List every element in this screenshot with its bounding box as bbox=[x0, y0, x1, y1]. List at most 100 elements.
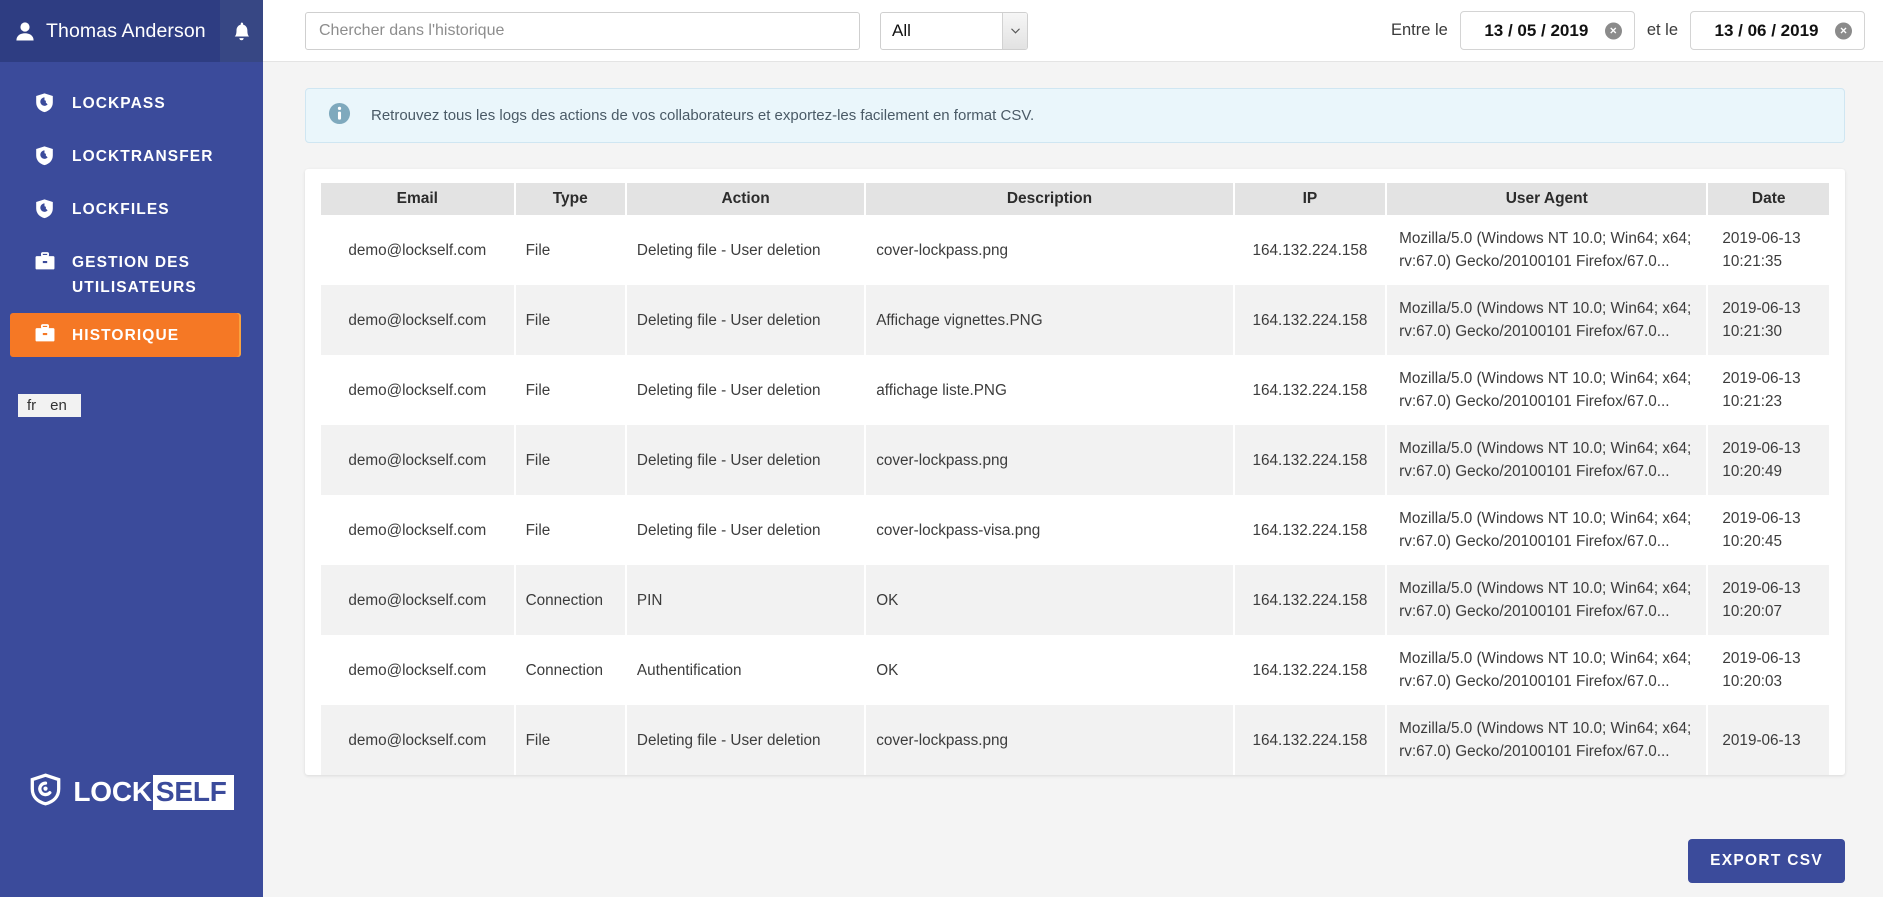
cell-date: 2019-06-13 10:20:07 bbox=[1708, 565, 1829, 635]
top-toolbar: All Entre le 13 / 05 / 2019 × et le 13 /… bbox=[263, 0, 1883, 62]
cell-ip: 164.132.224.158 bbox=[1235, 425, 1385, 495]
cell-action: Deleting file - User deletion bbox=[627, 425, 864, 495]
cell-user-agent: Mozilla/5.0 (Windows NT 10.0; Win64; x64… bbox=[1387, 215, 1706, 285]
column-header-user-agent[interactable]: User Agent bbox=[1387, 183, 1706, 215]
cell-ip: 164.132.224.158 bbox=[1235, 285, 1385, 355]
table-row[interactable]: demo@lockself.com File Deleting file - U… bbox=[321, 705, 1829, 775]
cell-description: affichage liste.PNG bbox=[866, 355, 1233, 425]
bell-icon[interactable] bbox=[220, 0, 263, 62]
user-bar[interactable]: Thomas Anderson bbox=[0, 0, 263, 62]
cell-email: demo@lockself.com bbox=[321, 425, 514, 495]
type-filter[interactable]: All bbox=[880, 12, 1028, 50]
cell-date: 2019-06-13 10:20:45 bbox=[1708, 495, 1829, 565]
table-body: demo@lockself.com File Deleting file - U… bbox=[321, 215, 1829, 775]
sidebar-item-locktransfer[interactable]: LOCKTRANSFER bbox=[0, 144, 263, 184]
shield-icon bbox=[34, 144, 58, 171]
sidebar-item-gestion-des-utilisateurs[interactable]: GESTION DES UTILISATEURS bbox=[0, 250, 263, 300]
sidebar: Thomas Anderson bbox=[0, 0, 263, 897]
cell-description: cover-lockpass-visa.png bbox=[866, 495, 1233, 565]
cell-type: File bbox=[516, 705, 625, 775]
clear-circle-icon[interactable]: × bbox=[1835, 22, 1852, 39]
table-row[interactable]: demo@lockself.com File Deleting file - U… bbox=[321, 215, 1829, 285]
table-row[interactable]: demo@lockself.com Connection PIN OK 164.… bbox=[321, 565, 1829, 635]
cell-ip: 164.132.224.158 bbox=[1235, 495, 1385, 565]
user-name: Thomas Anderson bbox=[46, 20, 206, 43]
info-banner: Retrouvez tous les logs des actions de v… bbox=[305, 88, 1845, 143]
lockself-shield-icon bbox=[29, 773, 62, 811]
column-header-type[interactable]: Type bbox=[516, 183, 625, 215]
cell-user-agent: Mozilla/5.0 (Windows NT 10.0; Win64; x64… bbox=[1387, 705, 1706, 775]
history-table-card: Email Type Action Description IP User Ag… bbox=[305, 169, 1845, 775]
clear-circle-icon[interactable]: × bbox=[1605, 22, 1622, 39]
cell-user-agent: Mozilla/5.0 (Windows NT 10.0; Win64; x64… bbox=[1387, 495, 1706, 565]
table-row[interactable]: demo@lockself.com File Deleting file - U… bbox=[321, 425, 1829, 495]
cell-type: Connection bbox=[516, 635, 625, 705]
cell-action: Authentification bbox=[627, 635, 864, 705]
cell-ip: 164.132.224.158 bbox=[1235, 565, 1385, 635]
date-from-field[interactable]: 13 / 05 / 2019 × bbox=[1460, 11, 1635, 50]
export-csv-button[interactable]: EXPORT CSV bbox=[1688, 839, 1845, 883]
column-header-email[interactable]: Email bbox=[321, 183, 514, 215]
sidebar-item-label: LOCKFILES bbox=[72, 197, 170, 222]
cell-type: Connection bbox=[516, 565, 625, 635]
sidebar-item-label: LOCKTRANSFER bbox=[72, 144, 214, 169]
sidebar-item-label: GESTION DES UTILISATEURS bbox=[72, 250, 247, 300]
table-row[interactable]: demo@lockself.com File Deleting file - U… bbox=[321, 285, 1829, 355]
cell-ip: 164.132.224.158 bbox=[1235, 355, 1385, 425]
type-filter-select[interactable]: All bbox=[880, 12, 1028, 50]
cell-description: cover-lockpass.png bbox=[866, 215, 1233, 285]
logo-self-text: SELF bbox=[153, 775, 234, 810]
column-header-ip[interactable]: IP bbox=[1235, 183, 1385, 215]
cell-description: OK bbox=[866, 635, 1233, 705]
cell-description: cover-lockpass.png bbox=[866, 705, 1233, 775]
briefcase-icon bbox=[34, 322, 58, 348]
table-row[interactable]: demo@lockself.com Connection Authentific… bbox=[321, 635, 1829, 705]
cell-type: File bbox=[516, 425, 625, 495]
cell-email: demo@lockself.com bbox=[321, 495, 514, 565]
sidebar-item-lockfiles[interactable]: LOCKFILES bbox=[0, 197, 263, 237]
column-header-date[interactable]: Date bbox=[1708, 183, 1829, 215]
briefcase-icon bbox=[34, 250, 58, 276]
table-row[interactable]: demo@lockself.com File Deleting file - U… bbox=[321, 355, 1829, 425]
cell-date: 2019-06-13 10:20:49 bbox=[1708, 425, 1829, 495]
language-switcher[interactable]: fr en bbox=[18, 394, 81, 417]
cell-email: demo@lockself.com bbox=[321, 705, 514, 775]
column-header-description[interactable]: Description bbox=[866, 183, 1233, 215]
date-from-value: 13 / 05 / 2019 bbox=[1484, 21, 1588, 41]
cell-ip: 164.132.224.158 bbox=[1235, 215, 1385, 285]
cell-type: File bbox=[516, 215, 625, 285]
cell-type: File bbox=[516, 495, 625, 565]
cell-description: cover-lockpass.png bbox=[866, 425, 1233, 495]
cell-ip: 164.132.224.158 bbox=[1235, 705, 1385, 775]
date-to-field[interactable]: 13 / 06 / 2019 × bbox=[1690, 11, 1865, 50]
cell-date: 2019-06-13 10:21:23 bbox=[1708, 355, 1829, 425]
column-header-action[interactable]: Action bbox=[627, 183, 864, 215]
lang-option-en[interactable]: en bbox=[50, 397, 67, 414]
cell-date: 2019-06-13 10:20:03 bbox=[1708, 635, 1829, 705]
search-input[interactable] bbox=[305, 12, 860, 50]
cell-date: 2019-06-13 bbox=[1708, 705, 1829, 775]
sidebar-item-label: HISTORIQUE bbox=[72, 323, 179, 348]
cell-type: File bbox=[516, 355, 625, 425]
table-row[interactable]: demo@lockself.com File Deleting file - U… bbox=[321, 495, 1829, 565]
lockself-logo: LOCK SELF bbox=[0, 729, 263, 897]
logo-lock-text: LOCK bbox=[73, 776, 152, 808]
cell-user-agent: Mozilla/5.0 (Windows NT 10.0; Win64; x64… bbox=[1387, 425, 1706, 495]
sidebar-item-lockpass[interactable]: LOCKPASS bbox=[0, 91, 263, 131]
cell-date: 2019-06-13 10:21:35 bbox=[1708, 215, 1829, 285]
lang-option-fr[interactable]: fr bbox=[27, 397, 36, 414]
cell-user-agent: Mozilla/5.0 (Windows NT 10.0; Win64; x64… bbox=[1387, 285, 1706, 355]
cell-date: 2019-06-13 10:21:30 bbox=[1708, 285, 1829, 355]
cell-action: Deleting file - User deletion bbox=[627, 495, 864, 565]
cell-action: Deleting file - User deletion bbox=[627, 705, 864, 775]
app-root: Thomas Anderson bbox=[0, 0, 1883, 897]
date-to-label: et le bbox=[1647, 21, 1678, 40]
shield-icon bbox=[34, 197, 58, 224]
sidebar-item-historique[interactable]: HISTORIQUE bbox=[10, 313, 239, 357]
cell-email: demo@lockself.com bbox=[321, 285, 514, 355]
cell-email: demo@lockself.com bbox=[321, 215, 514, 285]
content-area: Retrouvez tous les logs des actions de v… bbox=[263, 62, 1883, 897]
sidebar-nav: LOCKPASS LOCKTRANSFER bbox=[0, 62, 263, 370]
user-icon bbox=[14, 21, 36, 41]
cell-user-agent: Mozilla/5.0 (Windows NT 10.0; Win64; x64… bbox=[1387, 565, 1706, 635]
